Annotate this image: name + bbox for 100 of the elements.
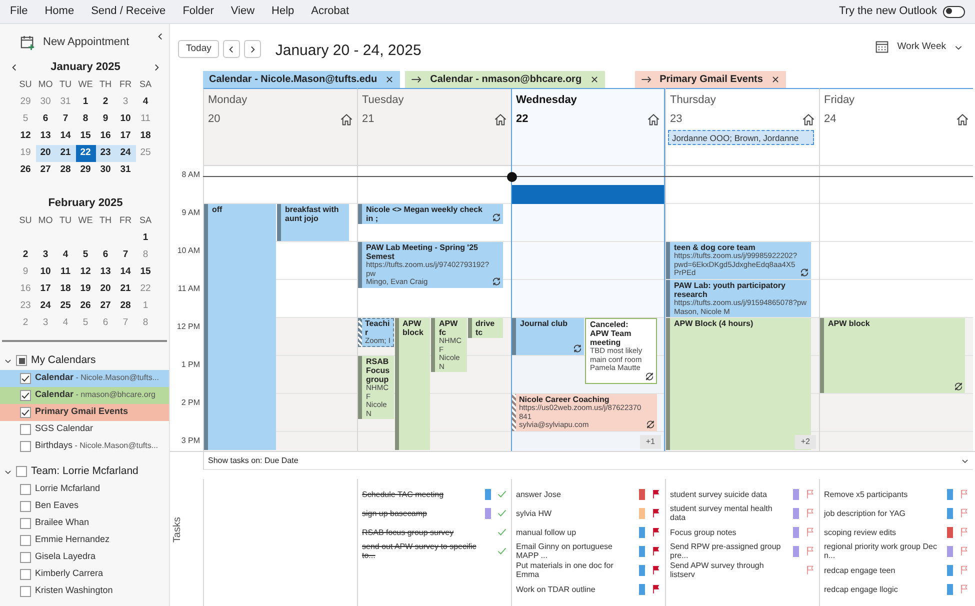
date-cell[interactable]: 18 [136,128,156,144]
task-title[interactable]: Send APW survey through listserv [670,561,790,579]
toggle-switch[interactable] [943,6,965,18]
menu-item[interactable]: View [230,3,255,20]
calendar-event[interactable]: off [204,204,276,450]
date-cell[interactable]: 12 [76,264,96,280]
checkbox[interactable] [20,586,31,596]
task-title[interactable]: sign up basecamp [362,508,482,518]
arrow-right-icon[interactable] [640,74,652,85]
home-icon[interactable] [802,112,815,126]
flag-icon[interactable] [959,565,969,575]
date-cell[interactable]: 30 [96,162,116,178]
flag-icon[interactable] [805,546,815,556]
date-cell[interactable]: 2 [96,94,116,110]
date-cell[interactable]: 11 [56,264,76,280]
date-cell[interactable]: 14 [56,128,76,144]
chevron-down-icon[interactable] [961,456,969,464]
close-icon[interactable] [385,75,394,84]
calendar-name[interactable]: Primary Gmail Events [35,405,128,419]
checkbox[interactable] [16,355,27,366]
task-title[interactable]: student survey suicide data [670,490,790,498]
task-title[interactable]: RSAB focus group survey [362,528,482,536]
date-cell[interactable]: 5 [76,246,96,264]
date-cell[interactable]: 26 [16,162,36,178]
date-cell[interactable]: 24 [36,298,56,314]
checkbox[interactable] [20,552,31,562]
date-cell[interactable]: 28 [56,162,76,178]
flag-icon[interactable] [959,584,969,594]
date-cell[interactable]: 6 [36,110,56,128]
date-cell[interactable]: 15 [76,128,96,144]
calendar-name[interactable]: Birthdays - Nicole.Mason@tufts... [35,439,158,453]
flag-icon[interactable] [651,527,661,537]
chevron-down-icon[interactable] [4,356,12,364]
task-title[interactable]: manual follow up [516,528,636,536]
next-button[interactable] [244,40,262,58]
menu-item[interactable]: Folder [182,3,214,20]
task-title[interactable]: student survey mental health data [670,504,790,522]
close-icon[interactable] [770,75,780,84]
menu-item[interactable]: Home [44,3,74,20]
date-cell[interactable]: 20 [36,144,56,162]
calendar-name[interactable]: Emmie Hernandez [35,533,110,547]
calendar-tab[interactable]: Calendar - Nicole.Mason@tufts.edu [203,71,400,88]
task-title[interactable]: send out APW survey to specific to... [362,542,482,560]
checkbox[interactable] [20,518,31,528]
flag-icon[interactable] [651,565,661,575]
date-cell[interactable]: 1 [76,94,96,110]
flag-icon[interactable] [805,508,815,518]
date-cell[interactable]: 17 [36,280,56,298]
task-title[interactable]: Work on TDAR outline [516,584,636,594]
date-cell[interactable]: 9 [96,110,116,128]
day-date[interactable]: 24 [824,110,836,128]
tasks-filter-label[interactable]: Show tasks on: Due Date [208,454,298,466]
flag-icon[interactable] [959,508,969,518]
group-label[interactable]: My Calendars [31,352,96,368]
checkbox[interactable] [16,466,27,477]
checkbox[interactable] [20,500,31,512]
new-appointment-button[interactable]: New Appointment [16,32,134,52]
date-cell[interactable]: 6 [96,246,116,264]
menu-item[interactable]: Acrobat [311,3,350,20]
date-cell[interactable]: 17 [116,128,136,144]
date-cell[interactable]: 14 [116,264,136,280]
date-cell[interactable]: 23 [96,144,116,162]
calendar-name[interactable]: Calendar - Nicole.Mason@tufts... [35,371,159,385]
checkbox[interactable] [20,484,31,494]
flag-icon[interactable] [651,489,661,499]
date-cell[interactable]: 8 [76,110,96,128]
task-title[interactable]: sylvia HW [516,508,636,518]
checkbox[interactable] [20,568,31,580]
date-cell[interactable]: 16 [96,128,116,144]
calendar-name[interactable]: Gisela Layedra [35,550,96,564]
date-cell[interactable]: 27 [96,298,116,314]
date-cell[interactable]: 7 [116,246,136,264]
task-title[interactable]: Remove x5 participants [824,490,944,498]
date-cell[interactable]: 3 [36,246,56,264]
task-title[interactable]: Put materials in one doc for Emma [516,561,636,579]
calendar-event[interactable]: Nicole <> Megan weekly check in ; [358,204,503,224]
calendar-name[interactable]: Calendar - nmason@bhcare.org [35,388,156,402]
menu-item[interactable]: Send / Receive [91,3,166,20]
date-cell[interactable]: 21 [56,144,76,162]
flag-icon[interactable] [805,527,815,537]
date-cell[interactable]: 12 [16,128,36,144]
menu-item[interactable]: Help [272,3,294,20]
calendar-row[interactable]: Primary Gmail Events [0,404,169,420]
all-day-event[interactable]: Jordanne OOO; Brown, Jordanne [668,130,814,145]
date-cell[interactable]: 15 [136,264,156,280]
close-icon[interactable] [590,75,599,84]
task-title[interactable]: Focus group notes [670,528,790,536]
view-dropdown[interactable]: Work Week [875,40,963,54]
task-title[interactable]: answer Jose [516,490,636,498]
date-cell[interactable]: 20 [96,280,116,298]
previous-button[interactable] [223,40,240,58]
calendar-event[interactable]: Journal club [512,318,584,355]
date-cell[interactable]: 28 [116,298,136,314]
home-icon[interactable] [956,112,969,126]
calendar-name[interactable]: Kimberly Carrera [35,567,104,581]
flag-icon[interactable] [651,546,661,556]
flag-icon[interactable] [959,546,969,556]
task-title[interactable]: scoping review edits [824,528,944,536]
calendar-event[interactable]: APW block [820,318,965,393]
calendar-name[interactable]: Kristen Washington [35,584,113,598]
